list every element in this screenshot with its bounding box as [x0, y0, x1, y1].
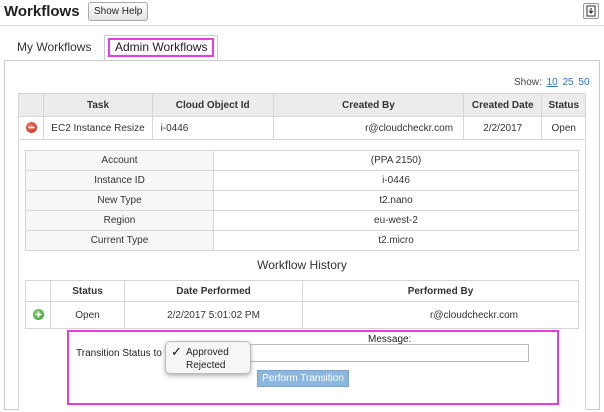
detail-value: eu-west-2 [213, 210, 579, 231]
detail-value: (PPA 2150) [213, 150, 579, 171]
page-size-25[interactable]: 25 [562, 77, 573, 88]
table-header-row: Task Cloud Object Id Created By Created … [17, 93, 586, 117]
page-size-selector: Show: 10 25 50 [514, 77, 590, 88]
history-header-row: Status Date Performed Performed By [25, 280, 579, 302]
page-size-label: Show: [514, 77, 542, 88]
page-title: Workflows [4, 3, 80, 20]
collapse-minus-icon[interactable] [25, 122, 37, 134]
column-header-icon [17, 93, 45, 117]
dropdown-option-approved[interactable]: Approved [186, 347, 229, 358]
page-header: Workflows Show Help [0, 0, 604, 26]
detail-value: t2.nano [213, 190, 579, 211]
workflows-table: Task Cloud Object Id Created By Created … [17, 93, 586, 140]
created-date-cell: 2/2/2017 [463, 116, 543, 140]
transition-status-label: Transition Status to [76, 348, 162, 359]
column-header-status[interactable]: Status [541, 93, 586, 117]
workflow-history-table: Status Date Performed Performed By Open … [25, 280, 579, 329]
detail-value: t2.micro [213, 230, 579, 251]
detail-row: Region eu-west-2 [25, 210, 579, 231]
detail-row: New Type t2.nano [25, 190, 579, 211]
cloud-object-id-cell: i-0446 [151, 116, 274, 140]
history-header-status: Status [50, 280, 125, 302]
history-performed-by-cell: r@cloudcheckr.com [302, 301, 579, 329]
column-header-cloud-object-id[interactable]: Cloud Object Id [151, 93, 274, 117]
page-size-50[interactable]: 50 [578, 77, 589, 88]
detail-key: Instance ID [25, 170, 214, 191]
task-cell: EC2 Instance Resize [43, 116, 153, 140]
history-date-cell: 2/2/2017 5:01:02 PM [124, 301, 303, 329]
page-size-10[interactable]: 10 [547, 77, 558, 88]
workflow-history-title: Workflow History [257, 258, 347, 272]
history-status-cell: Open [50, 301, 125, 329]
message-input[interactable] [250, 344, 529, 362]
detail-key: New Type [25, 190, 214, 211]
history-row: Open 2/2/2017 5:01:02 PM r@cloudcheckr.c… [25, 301, 579, 329]
export-icon[interactable] [583, 3, 599, 19]
expand-plus-icon[interactable] [32, 309, 44, 321]
detail-key: Account [25, 150, 214, 171]
detail-row: Instance ID i-0446 [25, 170, 579, 191]
tab-admin-workflows-label: Admin Workflows [108, 38, 215, 57]
row-toggle[interactable] [17, 116, 45, 140]
transition-status-dropdown[interactable]: ✓ Approved Rejected [165, 341, 251, 374]
detail-key: Current Type [25, 230, 214, 251]
status-cell: Open [541, 116, 586, 140]
column-header-created-date[interactable]: Created Date [463, 93, 543, 117]
show-help-button[interactable]: Show Help [88, 2, 149, 21]
history-header-performed-by: Performed By [302, 280, 579, 302]
header-divider [0, 25, 604, 26]
workflow-details-table: Account (PPA 2150) Instance ID i-0446 Ne… [25, 150, 579, 251]
detail-row: Account (PPA 2150) [25, 150, 579, 171]
created-by-cell: r@cloudcheckr.com [272, 116, 465, 140]
perform-transition-button[interactable]: Perform Transition [257, 370, 349, 387]
history-header-date: Date Performed [124, 280, 303, 302]
detail-key: Region [25, 210, 214, 231]
dropdown-option-rejected[interactable]: Rejected [186, 360, 225, 371]
transition-form [67, 330, 559, 405]
tab-my-workflows[interactable]: My Workflows [8, 36, 100, 61]
detail-row: Current Type t2.micro [25, 230, 579, 251]
history-header-icon [25, 280, 51, 302]
detail-value: i-0446 [213, 170, 579, 191]
history-row-toggle[interactable] [25, 301, 51, 329]
checkmark-icon: ✓ [171, 344, 182, 359]
column-header-created-by[interactable]: Created By [272, 93, 465, 117]
column-header-task[interactable]: Task [43, 93, 153, 117]
table-row: EC2 Instance Resize i-0446 r@cloudcheckr… [17, 116, 586, 140]
tab-admin-workflows[interactable]: Admin Workflows [104, 35, 219, 61]
